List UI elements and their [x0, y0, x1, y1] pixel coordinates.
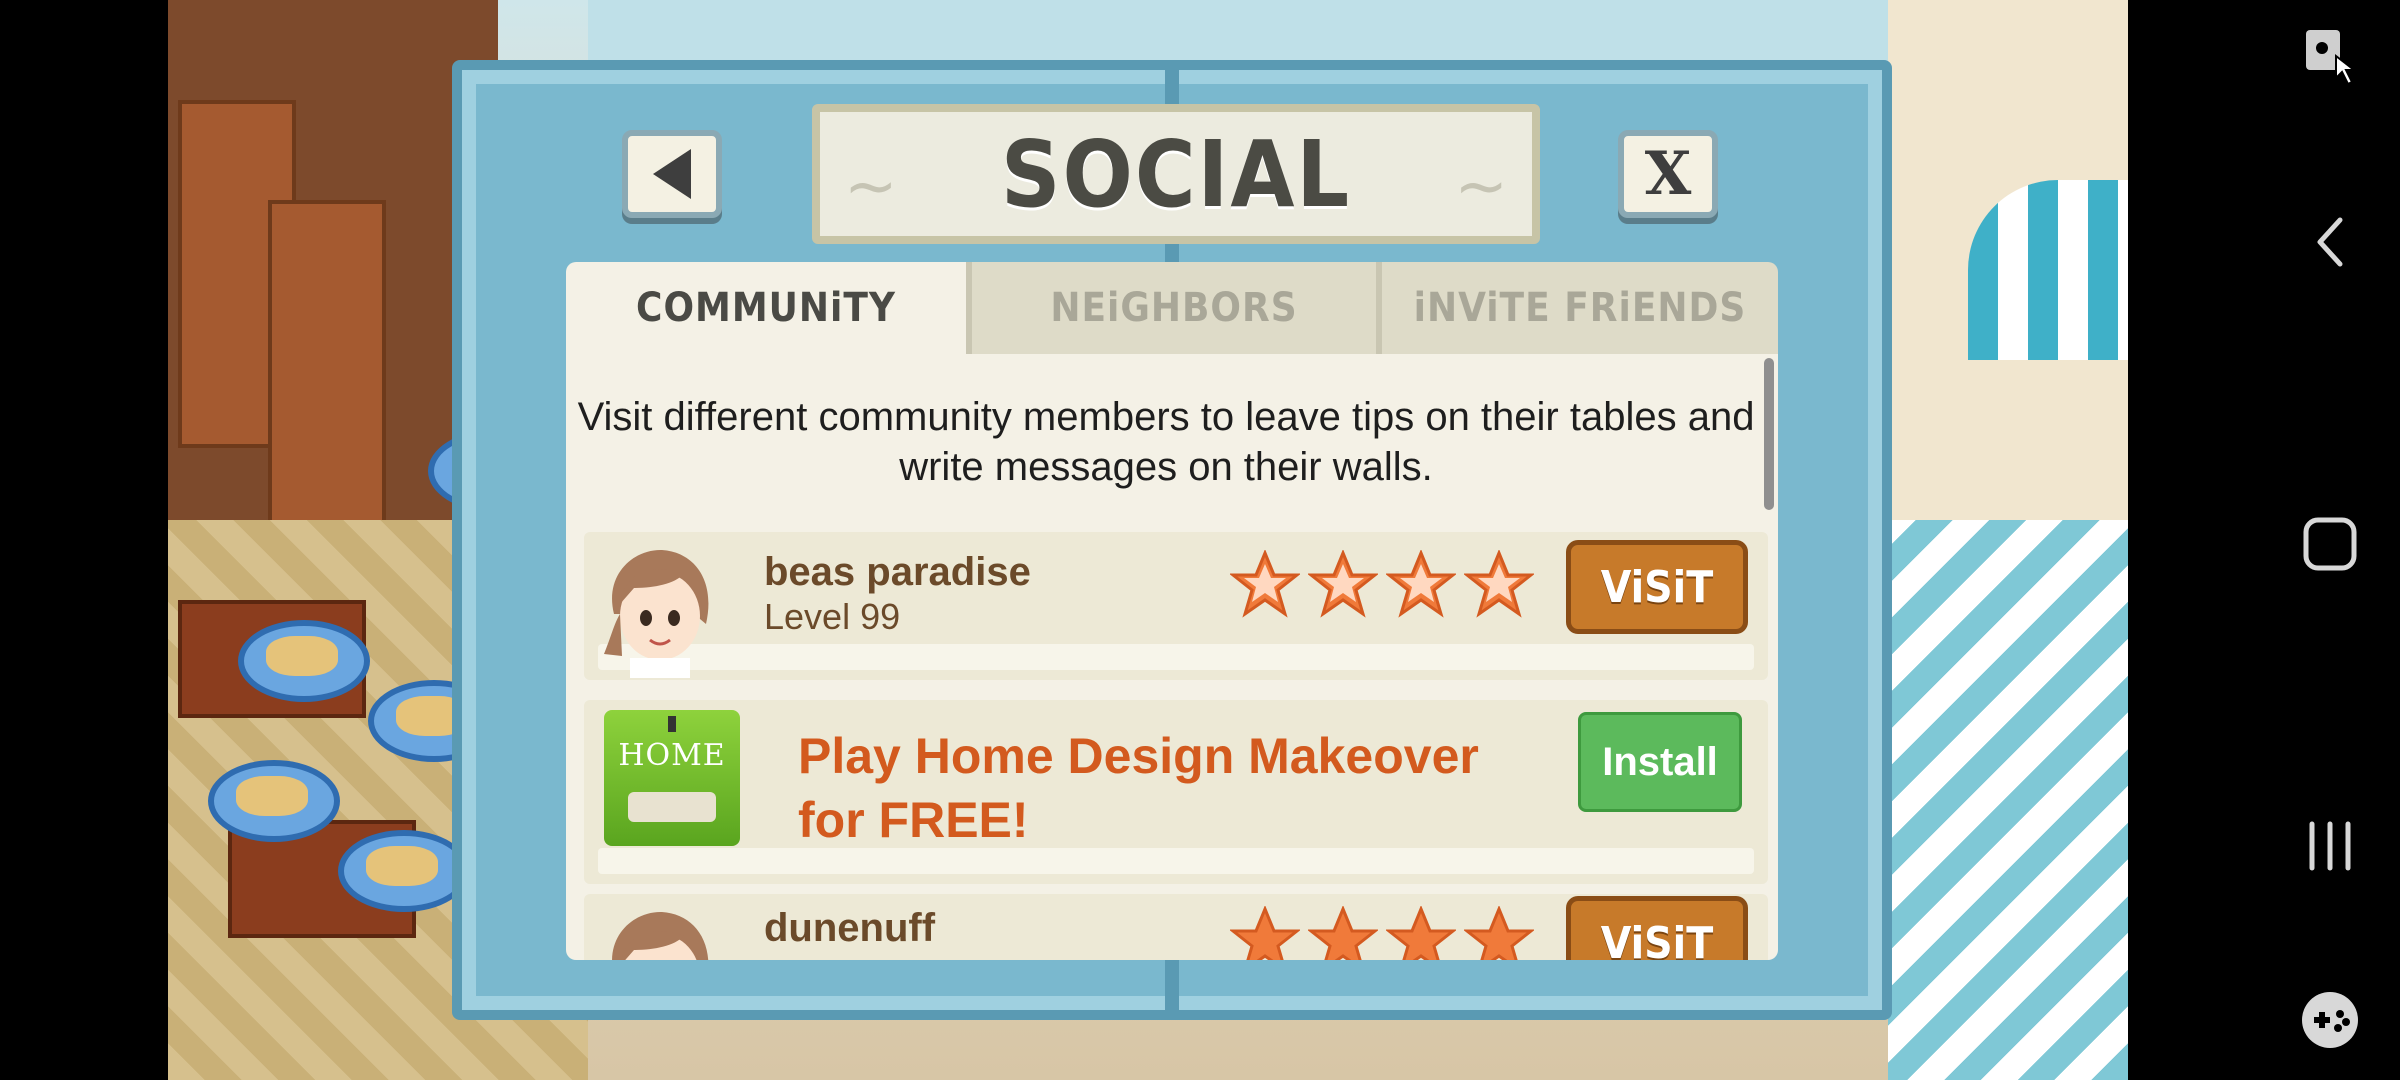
swirl-ornament-icon: ~: [1454, 150, 1508, 224]
star-icon: [1308, 906, 1378, 960]
install-button[interactable]: Install: [1578, 712, 1742, 812]
community-list[interactable]: Visit different community members to lea…: [566, 354, 1778, 960]
tab-invite-friends[interactable]: iNViTE FRiENDS: [1376, 262, 1778, 354]
visit-button[interactable]: ViSiT: [1566, 540, 1748, 634]
dialog-title: SOCIAL: [1000, 120, 1352, 228]
member-rating: [1230, 550, 1534, 618]
game-controller-icon: [2302, 992, 2358, 1048]
visit-button[interactable]: ViSiT: [1566, 896, 1748, 960]
tab-bar: COMMUNiTY NEiGHBORS iNViTE FRiENDS: [566, 262, 1778, 354]
home-square-icon: [2303, 517, 2357, 571]
close-button[interactable]: X: [1618, 130, 1718, 218]
background-pillar: [268, 200, 386, 548]
star-icon: [1386, 906, 1456, 960]
home-design-app-icon: HOME: [604, 710, 740, 846]
star-icon: [1464, 550, 1534, 618]
avatar: [612, 911, 709, 960]
background-awning: [1968, 180, 2128, 360]
swirl-ornament-icon: ~: [844, 150, 898, 224]
game-tools-button[interactable]: [2290, 980, 2370, 1060]
star-icon: [1308, 550, 1378, 618]
tab-neighbors[interactable]: NEiGHBORS: [966, 262, 1376, 354]
back-nav-button[interactable]: [2290, 202, 2370, 282]
tab-community[interactable]: COMMUNiTY: [566, 262, 966, 354]
background-plate: [338, 830, 470, 912]
scrollbar-thumb[interactable]: [1764, 358, 1774, 510]
ad-banner[interactable]: HOME Play Home Design Makeover for FREE!…: [584, 700, 1768, 884]
avatar: [604, 549, 709, 678]
member-level: Level 99: [764, 596, 901, 637]
back-button[interactable]: [622, 130, 722, 218]
star-icon: [1230, 906, 1300, 960]
list-item: beas paradise Level 99 ViSiT: [584, 532, 1768, 680]
member-name: beas paradise: [764, 550, 1031, 594]
star-icon: [1386, 550, 1456, 618]
member-name: dunenuff: [764, 906, 936, 950]
background-floor-right: [1888, 520, 2128, 1080]
list-item: dunenuff ViSiT: [584, 894, 1768, 960]
background-plate: [208, 760, 340, 842]
star-icon: [1464, 906, 1534, 960]
title-plate: ~ SOCIAL ~: [812, 104, 1540, 244]
star-icon: [1230, 550, 1300, 618]
ad-text: Play Home Design Makeover for FREE!: [798, 728, 1479, 848]
screen-lock-icon: [2306, 30, 2357, 86]
recents-nav-button[interactable]: [2290, 806, 2370, 886]
community-description: Visit different community members to lea…: [577, 395, 1755, 489]
close-icon: X: [1644, 139, 1692, 209]
member-rating: [1230, 906, 1534, 960]
background-plate: [238, 620, 370, 702]
home-nav-button[interactable]: [2290, 504, 2370, 584]
recents-icon: [2309, 821, 2351, 871]
triangle-left-icon: [653, 149, 691, 199]
screen-lock-button[interactable]: [2290, 16, 2370, 96]
back-chevron-icon: [2317, 217, 2343, 267]
